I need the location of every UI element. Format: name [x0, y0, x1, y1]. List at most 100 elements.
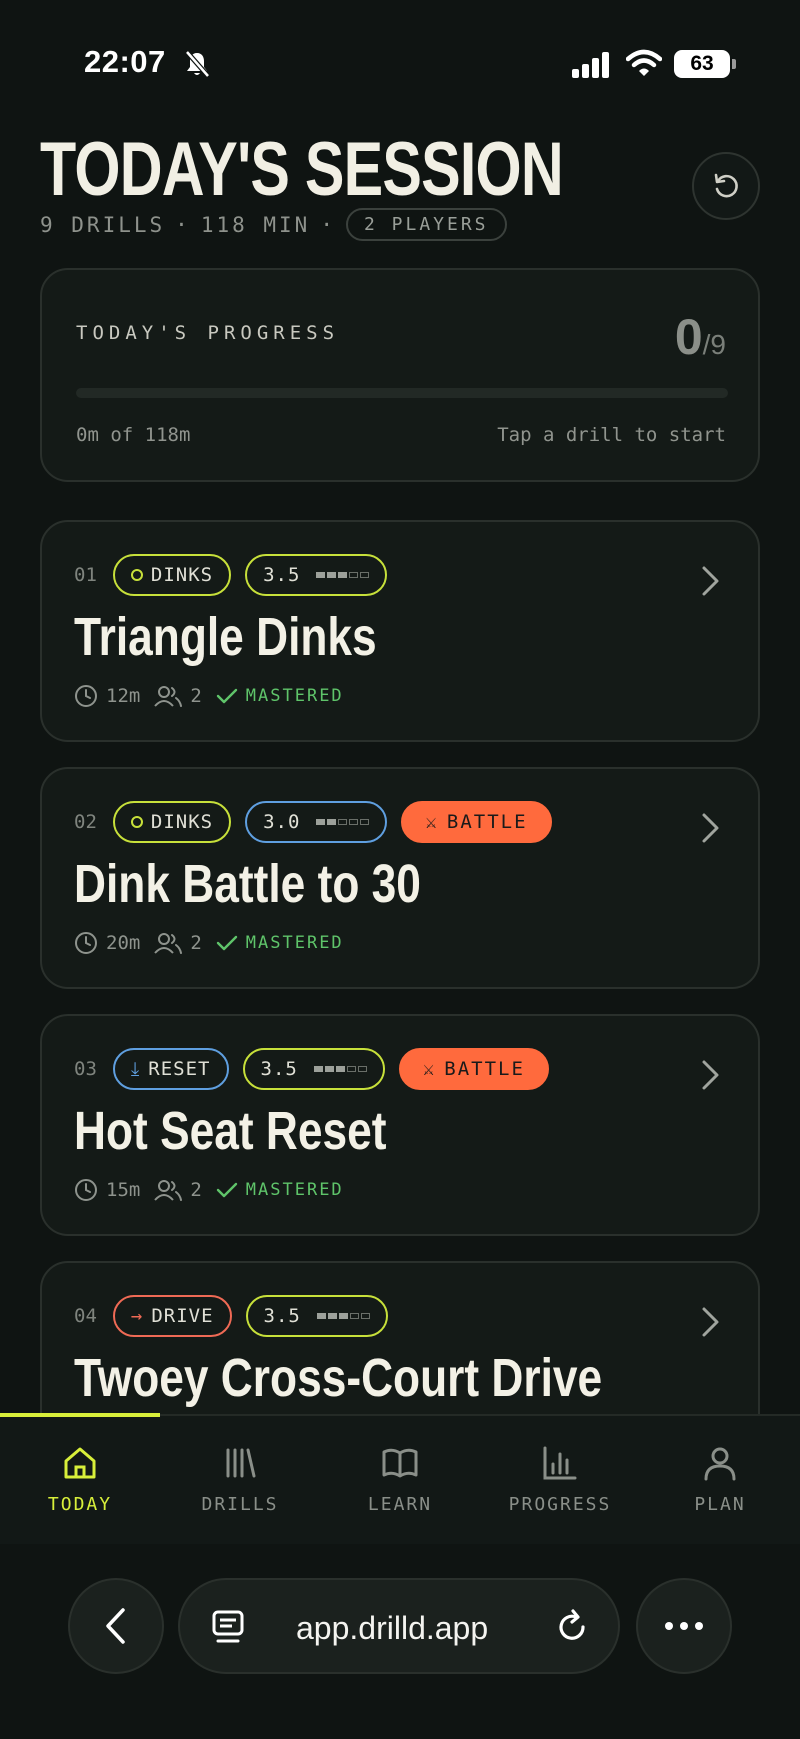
browser-more-button[interactable]: [636, 1578, 732, 1674]
category-chip: → DRIVE: [112, 1295, 232, 1337]
level-dots-icon: [316, 819, 370, 825]
drill-status: MASTERED: [245, 686, 344, 706]
players-chip[interactable]: 2 PLAYERS: [345, 208, 507, 241]
drill-meta: 15m 2 MASTERED: [74, 1178, 344, 1202]
cellular-signal-icon: [572, 52, 609, 78]
battle-badge: ⚔ BATTLE: [398, 1048, 549, 1090]
wifi-icon: [626, 49, 662, 76]
drill-duration: 15m: [106, 1179, 141, 1201]
users-icon: [154, 686, 183, 707]
drill-number: 03: [74, 1058, 97, 1080]
check-icon: [216, 688, 237, 704]
reload-icon[interactable]: [554, 1608, 590, 1646]
level-chip: 3.5: [245, 1295, 388, 1337]
drill-number: 04: [74, 1305, 97, 1327]
category-chip: ⤓ RESET: [112, 1048, 229, 1090]
completed-count: 0: [674, 309, 703, 365]
bar-chart-icon: [543, 1446, 577, 1480]
tab-label: LEARN: [367, 1494, 433, 1515]
progress-card: TODAY'S PROGRESS 0/9 0m of 118m Tap a dr…: [40, 268, 760, 482]
tab-label: PROGRESS: [508, 1494, 612, 1515]
chevron-right-icon: [702, 566, 719, 596]
separator: ·: [175, 212, 191, 237]
chevron-right-icon: [702, 813, 719, 843]
progress-label: TODAY'S PROGRESS: [76, 322, 340, 344]
drill-players: 2: [190, 685, 202, 707]
users-icon: [154, 933, 183, 954]
bottom-tab-bar: TODAY DRILLS LEARN PROGRESS PLAN: [0, 1413, 800, 1544]
session-summary: 9 DRILLS · 118 MIN · 2 PLAYERS: [40, 208, 507, 241]
drill-duration: 12m: [106, 685, 141, 707]
drill-card-2[interactable]: 02 DINKS 3.0 ⚔ BATTLE Dink Battle to 30 2…: [40, 767, 760, 989]
session-minutes: 118 MIN: [200, 212, 311, 237]
check-icon: [216, 935, 237, 951]
swords-icon: ⚔: [425, 811, 439, 833]
browser-back-button[interactable]: [68, 1578, 164, 1674]
url-text: app.drilld.app: [296, 1610, 489, 1646]
level-dots-icon: [316, 1313, 370, 1319]
tab-progress[interactable]: PROGRESS: [480, 1444, 640, 1515]
circle-icon: [130, 816, 143, 828]
drill-players: 2: [190, 1179, 202, 1201]
progress-elapsed: 0m of 118m: [76, 424, 191, 446]
refresh-icon: [714, 173, 738, 198]
battle-badge: ⚔ BATTLE: [401, 801, 552, 843]
home-icon: [64, 1447, 96, 1479]
swords-icon: ⚔: [422, 1058, 437, 1080]
drill-title: Twoey Cross-Court Drive: [74, 1348, 603, 1408]
progress-count: 0/9: [675, 308, 726, 366]
level-chip: 3.5: [245, 554, 388, 596]
clock-icon: [75, 685, 97, 707]
tab-label: DRILLS: [201, 1494, 279, 1515]
category-chip: DINKS: [112, 801, 232, 843]
drill-title: Dink Battle to 30: [74, 854, 421, 914]
level-chip: 3.5: [242, 1048, 385, 1090]
drill-count: 9 DRILLS: [40, 212, 166, 237]
chevron-right-icon: [702, 1060, 719, 1090]
clock-icon: [75, 932, 97, 954]
progress-bar: [76, 388, 728, 398]
battery-indicator: 63: [674, 50, 736, 78]
tab-today[interactable]: TODAY: [0, 1444, 160, 1515]
check-icon: [216, 1182, 237, 1198]
bell-muted-icon: [185, 50, 210, 78]
reset-icon: ⤓: [130, 1058, 141, 1080]
drill-meta: 20m 2 MASTERED: [74, 931, 344, 955]
tab-learn[interactable]: LEARN: [320, 1444, 480, 1515]
users-icon: [154, 1180, 183, 1201]
chevron-left-icon: [106, 1608, 125, 1644]
drill-title: Hot Seat Reset: [74, 1101, 387, 1161]
separator: ·: [320, 212, 336, 237]
clock-icon: [75, 1179, 97, 1201]
library-icon: [226, 1448, 256, 1478]
category-chip: DINKS: [112, 554, 232, 596]
drill-number: 02: [74, 811, 97, 833]
book-icon: [382, 1448, 418, 1478]
status-time: 22:07: [84, 44, 166, 79]
active-tab-indicator: [0, 1413, 160, 1417]
reset-session-button[interactable]: [692, 152, 760, 220]
drill-status: MASTERED: [245, 1180, 344, 1200]
drill-card-1[interactable]: 01 DINKS 3.5 Triangle Dinks 12m 2 MASTER…: [40, 520, 760, 742]
tab-plan[interactable]: PLAN: [640, 1444, 800, 1515]
address-bar[interactable]: app.drilld.app: [178, 1578, 620, 1674]
level-dots-icon: [316, 572, 370, 578]
drill-card-3[interactable]: 03 ⤓ RESET 3.5 ⚔ BATTLE Hot Seat Reset 15m…: [40, 1014, 760, 1236]
drill-number: 01: [74, 564, 97, 586]
level-dots-icon: [313, 1066, 367, 1072]
status-bar: 22:07 63: [0, 0, 800, 130]
tab-drills[interactable]: DRILLS: [160, 1444, 320, 1515]
circle-icon: [130, 569, 143, 581]
browser-toolbar: app.drilld.app: [0, 1544, 800, 1739]
progress-hint: Tap a drill to start: [497, 424, 726, 446]
tab-label: PLAN: [694, 1494, 746, 1515]
tab-label: TODAY: [47, 1494, 113, 1515]
drill-status: MASTERED: [245, 933, 344, 953]
drill-players: 2: [190, 932, 202, 954]
drill-meta: 12m 2 MASTERED: [74, 684, 344, 708]
drill-title: Triangle Dinks: [74, 607, 377, 667]
page-title: TODAY'S SESSION: [40, 127, 564, 212]
reader-icon: [212, 1610, 244, 1643]
arrow-right-icon: →: [130, 1305, 144, 1327]
more-dots-icon: [665, 1622, 673, 1630]
